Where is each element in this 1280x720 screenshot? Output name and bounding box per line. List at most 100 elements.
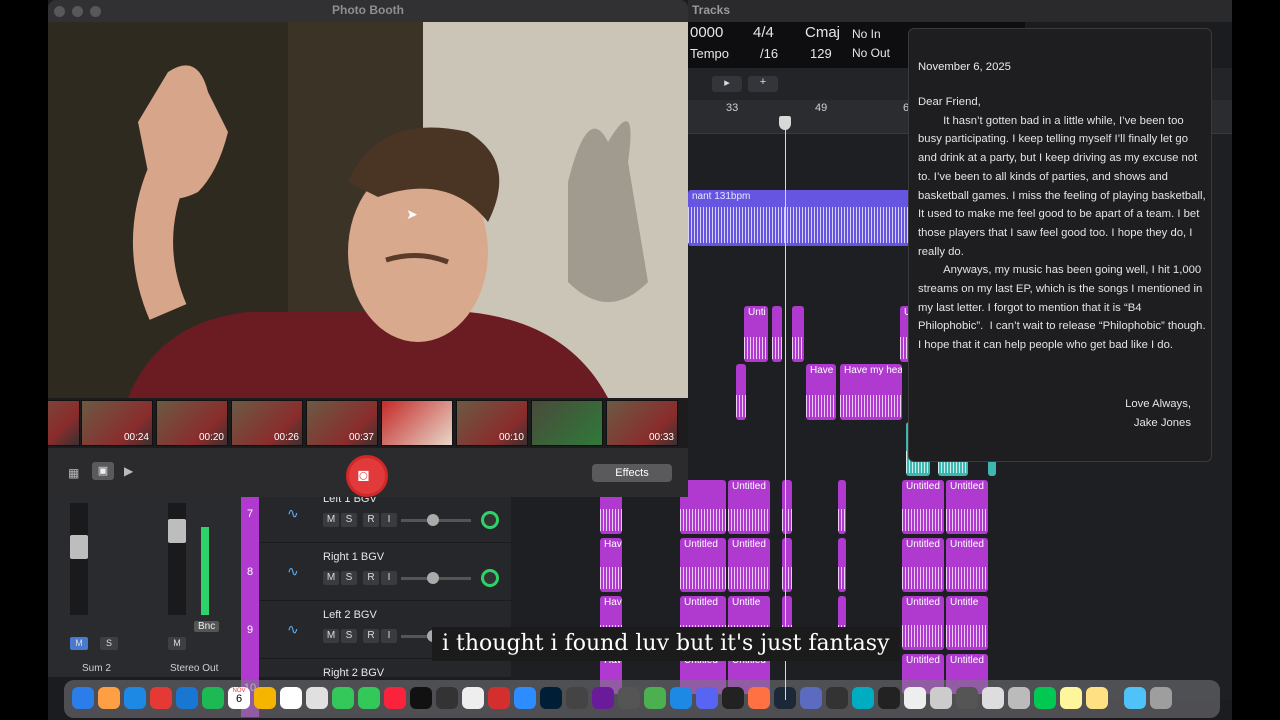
close-window-button[interactable] xyxy=(54,6,65,17)
thumbnail[interactable]: 00:33 xyxy=(606,400,678,446)
app-icon[interactable] xyxy=(1008,687,1030,709)
mail-icon[interactable] xyxy=(176,687,198,709)
zoom-icon[interactable] xyxy=(514,687,536,709)
thumbnail[interactable]: 00:24 xyxy=(81,400,153,446)
crosshair-tool-icon[interactable]: + xyxy=(748,76,778,92)
messages-icon[interactable] xyxy=(358,687,380,709)
region[interactable]: Untitled xyxy=(680,538,726,592)
app-icon[interactable] xyxy=(1034,687,1056,709)
spotify-icon[interactable] xyxy=(202,687,224,709)
discord-icon[interactable] xyxy=(696,687,718,709)
track-mute-button[interactable]: M xyxy=(323,571,339,585)
app-icon[interactable] xyxy=(488,687,510,709)
region[interactable] xyxy=(838,480,846,534)
mute-button[interactable]: M xyxy=(168,637,186,650)
app-icon[interactable] xyxy=(722,687,744,709)
app-icon[interactable] xyxy=(878,687,900,709)
photos-icon[interactable] xyxy=(254,687,276,709)
region[interactable] xyxy=(736,364,746,420)
pan-knob[interactable] xyxy=(481,569,499,587)
finder-icon[interactable] xyxy=(72,687,94,709)
notes-icon[interactable] xyxy=(280,687,302,709)
video-icon[interactable]: ▶ xyxy=(124,464,133,478)
region[interactable]: Untitled xyxy=(902,538,944,592)
app-icon[interactable] xyxy=(618,687,640,709)
thumbnail[interactable] xyxy=(531,400,603,446)
playhead-handle[interactable] xyxy=(779,116,791,130)
region[interactable] xyxy=(782,480,792,534)
region[interactable]: Untitle xyxy=(946,596,988,650)
thumbnail[interactable] xyxy=(48,400,80,446)
track-solo-button[interactable]: S xyxy=(341,629,357,643)
track-record-button[interactable]: R xyxy=(363,571,379,585)
app-icon[interactable] xyxy=(748,687,770,709)
pan-knob[interactable] xyxy=(481,511,499,529)
thumbnail-strip[interactable]: 00:24 00:20 00:26 00:37 00:10 00:33 xyxy=(48,398,688,448)
region[interactable]: Hav xyxy=(600,538,622,592)
app-icon[interactable] xyxy=(930,687,952,709)
volume-knob[interactable] xyxy=(427,514,439,526)
notes-icon[interactable] xyxy=(1060,687,1082,709)
chrome-icon[interactable] xyxy=(150,687,172,709)
track-header[interactable]: 8 ∿ Right 1 BGV M S R I xyxy=(241,543,511,601)
effects-button[interactable]: Effects xyxy=(592,464,672,482)
reminders-icon[interactable] xyxy=(306,687,328,709)
thumbnail[interactable]: 00:10 xyxy=(456,400,528,446)
take-photo-button[interactable]: ◙ xyxy=(346,455,388,497)
minimize-window-button[interactable] xyxy=(72,6,83,17)
region[interactable]: Untitled xyxy=(902,596,944,650)
track-input-button[interactable]: I xyxy=(381,629,397,643)
region[interactable]: Untitled xyxy=(728,480,770,534)
minecraft-icon[interactable] xyxy=(644,687,666,709)
bounce-button[interactable]: Bnc xyxy=(194,621,220,632)
region[interactable] xyxy=(838,538,846,592)
downloads-folder-icon[interactable] xyxy=(1124,687,1146,709)
app-icon[interactable] xyxy=(1086,687,1108,709)
logic-pro-icon[interactable] xyxy=(436,687,458,709)
calendar-icon[interactable]: NOV 6 xyxy=(228,687,250,709)
facetime-icon[interactable] xyxy=(332,687,354,709)
app-store-icon[interactable] xyxy=(670,687,692,709)
track-mute-button[interactable]: M xyxy=(323,513,339,527)
playhead[interactable] xyxy=(785,118,786,700)
thumbnail[interactable]: 00:37 xyxy=(306,400,378,446)
app-icon[interactable] xyxy=(904,687,926,709)
track-solo-button[interactable]: S xyxy=(341,571,357,585)
track-input-button[interactable]: I xyxy=(381,513,397,527)
mute-button[interactable]: M xyxy=(70,637,88,650)
fader-knob[interactable] xyxy=(70,535,88,559)
app-icon[interactable] xyxy=(956,687,978,709)
track-solo-button[interactable]: S xyxy=(341,513,357,527)
trash-icon[interactable] xyxy=(1150,687,1172,709)
safari-icon[interactable] xyxy=(124,687,146,709)
region[interactable] xyxy=(772,306,782,362)
volume-knob[interactable] xyxy=(427,572,439,584)
app-icon[interactable] xyxy=(566,687,588,709)
photoshop-icon[interactable] xyxy=(540,687,562,709)
region[interactable] xyxy=(792,306,804,362)
solo-button[interactable]: S xyxy=(100,637,118,650)
region[interactable]: Have my hea xyxy=(840,364,902,420)
thumbnail[interactable] xyxy=(381,400,453,446)
thumbnail[interactable]: 00:26 xyxy=(231,400,303,446)
track-record-button[interactable]: R xyxy=(363,629,379,643)
app-icon[interactable] xyxy=(800,687,822,709)
track-record-button[interactable]: R xyxy=(363,513,379,527)
region[interactable]: Untitled xyxy=(946,480,988,534)
window-title-bar[interactable]: Photo Booth xyxy=(48,0,688,22)
apple-tv-icon[interactable] xyxy=(410,687,432,709)
region[interactable]: Unti xyxy=(744,306,768,362)
track-mute-button[interactable]: M xyxy=(323,629,339,643)
music-icon[interactable] xyxy=(384,687,406,709)
region[interactable] xyxy=(782,538,792,592)
region[interactable]: Untitled xyxy=(946,538,988,592)
launchpad-icon[interactable] xyxy=(98,687,120,709)
region[interactable]: Untitled xyxy=(902,480,944,534)
region[interactable]: Untitled xyxy=(728,538,770,592)
single-photo-icon[interactable]: ▣ xyxy=(92,462,114,480)
app-icon[interactable] xyxy=(852,687,874,709)
app-icon[interactable] xyxy=(982,687,1004,709)
zoom-window-button[interactable] xyxy=(90,6,101,17)
thumbnail[interactable]: 00:20 xyxy=(156,400,228,446)
track-input-button[interactable]: I xyxy=(381,571,397,585)
